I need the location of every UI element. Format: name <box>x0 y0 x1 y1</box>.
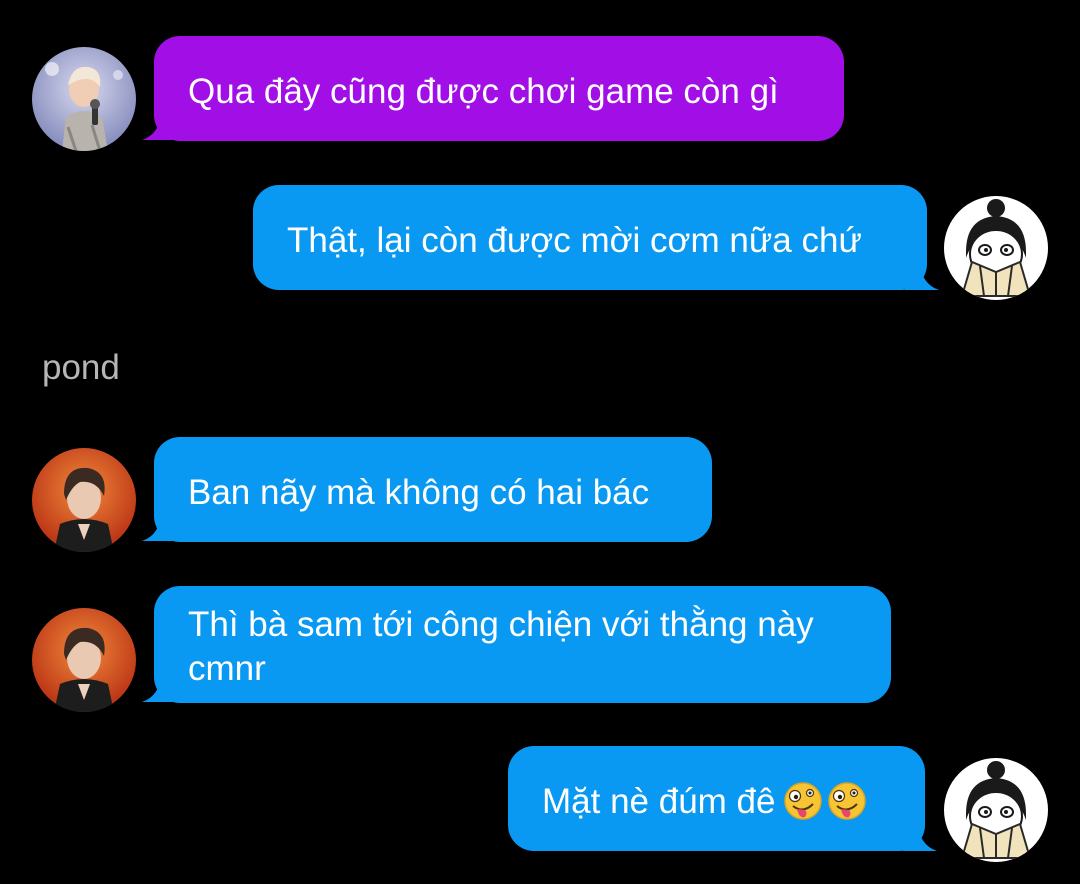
avatar-fan-girl-icon[interactable] <box>944 196 1048 300</box>
message-bubble[interactable]: Thật, lại còn được mời cơm nữa chứ <box>253 185 927 290</box>
avatar-pond-icon[interactable] <box>32 608 136 712</box>
bubble-tail <box>905 260 939 290</box>
message-text-row: Mặt nè đúm đê <box>542 780 891 824</box>
message-text: Thật, lại còn được mời cơm nữa chứ <box>287 221 862 260</box>
avatar-fan-girl-icon[interactable] <box>944 758 1048 862</box>
message-bubble[interactable]: Thì bà sam tới công chiện với thằng này … <box>154 586 891 703</box>
message-text-line2: cmnr <box>188 649 266 688</box>
message-bubble[interactable]: Mặt nè đúm đê <box>508 746 925 851</box>
message-text: Ban nãy mà không có hai bác <box>188 473 650 512</box>
avatar-singer-icon[interactable] <box>32 47 136 151</box>
bubble-tail <box>903 821 937 851</box>
message-bubble[interactable]: Ban nãy mà không có hai bác <box>154 437 712 542</box>
emoji-group <box>783 781 867 821</box>
sender-name: pond <box>42 348 120 387</box>
zany-face-icon <box>828 782 867 820</box>
message-bubble[interactable]: Qua đây cũng được chơi game còn gì <box>154 36 844 141</box>
avatar-pond-icon[interactable] <box>32 448 136 552</box>
message-text: Mặt nè đúm đê <box>542 782 776 821</box>
message-text: Qua đây cũng được chơi game còn gì <box>188 72 779 111</box>
zany-face-icon <box>784 782 823 820</box>
message-text-line1: Thì bà sam tới công chiện với thằng này <box>188 605 814 644</box>
